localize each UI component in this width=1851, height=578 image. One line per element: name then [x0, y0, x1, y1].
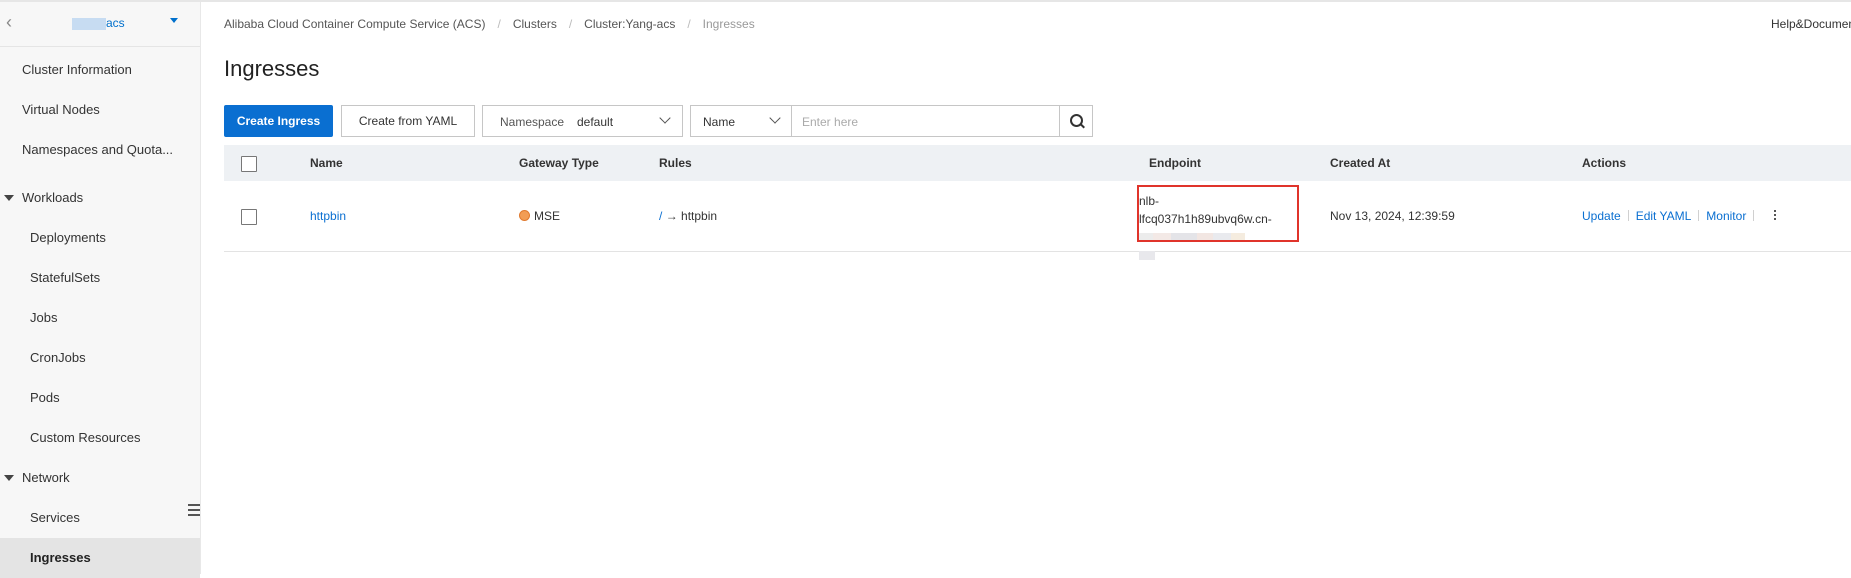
create-from-yaml-button[interactable]: Create from YAML: [341, 105, 475, 137]
sidebar-item-namespaces[interactable]: Namespaces and Quota...: [0, 130, 200, 170]
sidebar-item-jobs[interactable]: Jobs: [0, 298, 200, 338]
breadcrumb-cluster[interactable]: Cluster:Yang-acs: [584, 17, 675, 31]
search-group: Name Enter here: [690, 105, 1093, 137]
sidebar-item-cronjobs[interactable]: CronJobs: [0, 338, 200, 378]
sidebar-item-ingresses[interactable]: Ingresses: [0, 538, 200, 578]
sidebar-group-workloads[interactable]: Workloads: [0, 178, 200, 218]
expand-triangle-icon: [4, 475, 14, 481]
search-button[interactable]: [1059, 106, 1092, 136]
caret-down-icon[interactable]: [170, 18, 178, 23]
back-chevron-icon[interactable]: ‹: [6, 12, 12, 33]
column-gateway-type[interactable]: Gateway Type: [519, 156, 599, 170]
table-header: Name Gateway Type Rules Endpoint Created…: [224, 145, 1851, 181]
sidebar-item-cluster-information[interactable]: Cluster Information: [0, 50, 200, 90]
expand-triangle-icon: [4, 195, 14, 201]
mse-gateway-icon: [519, 210, 530, 221]
rule-path-link[interactable]: /: [659, 209, 662, 223]
sidebar-item-services[interactable]: Services: [0, 498, 200, 538]
breadcrumb-acs[interactable]: Alibaba Cloud Container Compute Service …: [224, 17, 485, 31]
select-all-checkbox[interactable]: [241, 156, 257, 172]
ingress-name-link[interactable]: httpbin: [310, 209, 346, 223]
namespace-value: default: [577, 115, 614, 129]
created-at: Nov 13, 2024, 12:39:59: [1330, 209, 1455, 223]
gateway-type: MSE: [519, 209, 560, 223]
more-options-icon[interactable]: [1773, 210, 1777, 222]
chevron-down-icon: [659, 112, 671, 124]
collapse-sidebar-icon[interactable]: [188, 504, 200, 518]
sidebar-item-deployments[interactable]: Deployments: [0, 218, 200, 258]
search-input[interactable]: Enter here: [802, 115, 858, 129]
sidebar-item-virtual-nodes[interactable]: Virtual Nodes: [0, 90, 200, 130]
column-actions: Actions: [1582, 156, 1627, 170]
chevron-down-icon: [769, 112, 781, 124]
sidebar-header: ‹ acs: [0, 2, 200, 47]
table-row: httpbin MSE / → httpbin nlb- lfcq037h1h8…: [224, 181, 1851, 261]
column-name[interactable]: Name: [310, 156, 343, 170]
row-actions: Update Edit YAML Monitor: [1582, 209, 1761, 223]
sidebar-item-custom-resources[interactable]: Custom Resources: [0, 418, 200, 458]
breadcrumb-clusters[interactable]: Clusters: [513, 17, 557, 31]
arrow-right-icon: →: [665, 209, 678, 223]
column-created-at[interactable]: Created At: [1330, 156, 1390, 170]
row-checkbox[interactable]: [241, 209, 257, 225]
update-action[interactable]: Update: [1582, 209, 1621, 223]
highlight-box: [1137, 185, 1299, 242]
cluster-switcher[interactable]: acs: [72, 16, 125, 32]
column-rules[interactable]: Rules: [659, 156, 692, 170]
sidebar-item-pods[interactable]: Pods: [0, 378, 200, 418]
rule: / → httpbin: [659, 209, 717, 223]
column-endpoint[interactable]: Endpoint: [1149, 156, 1201, 170]
breadcrumb: Alibaba Cloud Container Compute Service …: [224, 17, 755, 31]
edit-yaml-action[interactable]: Edit YAML: [1636, 209, 1692, 223]
breadcrumb-current: Ingresses: [702, 17, 755, 31]
namespace-select[interactable]: Namespace default: [482, 105, 683, 137]
monitor-action[interactable]: Monitor: [1706, 209, 1746, 223]
namespace-label: Namespace: [500, 115, 565, 129]
create-ingress-button[interactable]: Create Ingress: [224, 105, 333, 137]
page-title: Ingresses: [224, 56, 320, 81]
help-documentation-link[interactable]: Help&Documentation: [1771, 17, 1851, 31]
sidebar-group-network[interactable]: Network: [0, 458, 200, 498]
redacted-cluster-name: [72, 17, 106, 30]
search-field-select[interactable]: Name: [691, 106, 792, 136]
rule-service: httpbin: [681, 209, 718, 223]
sidebar-item-statefulsets[interactable]: StatefulSets: [0, 258, 200, 298]
sidebar: ‹ acs Cluster Information Virtual Nodes …: [0, 2, 201, 578]
main-content: Alibaba Cloud Container Compute Service …: [224, 0, 1851, 574]
